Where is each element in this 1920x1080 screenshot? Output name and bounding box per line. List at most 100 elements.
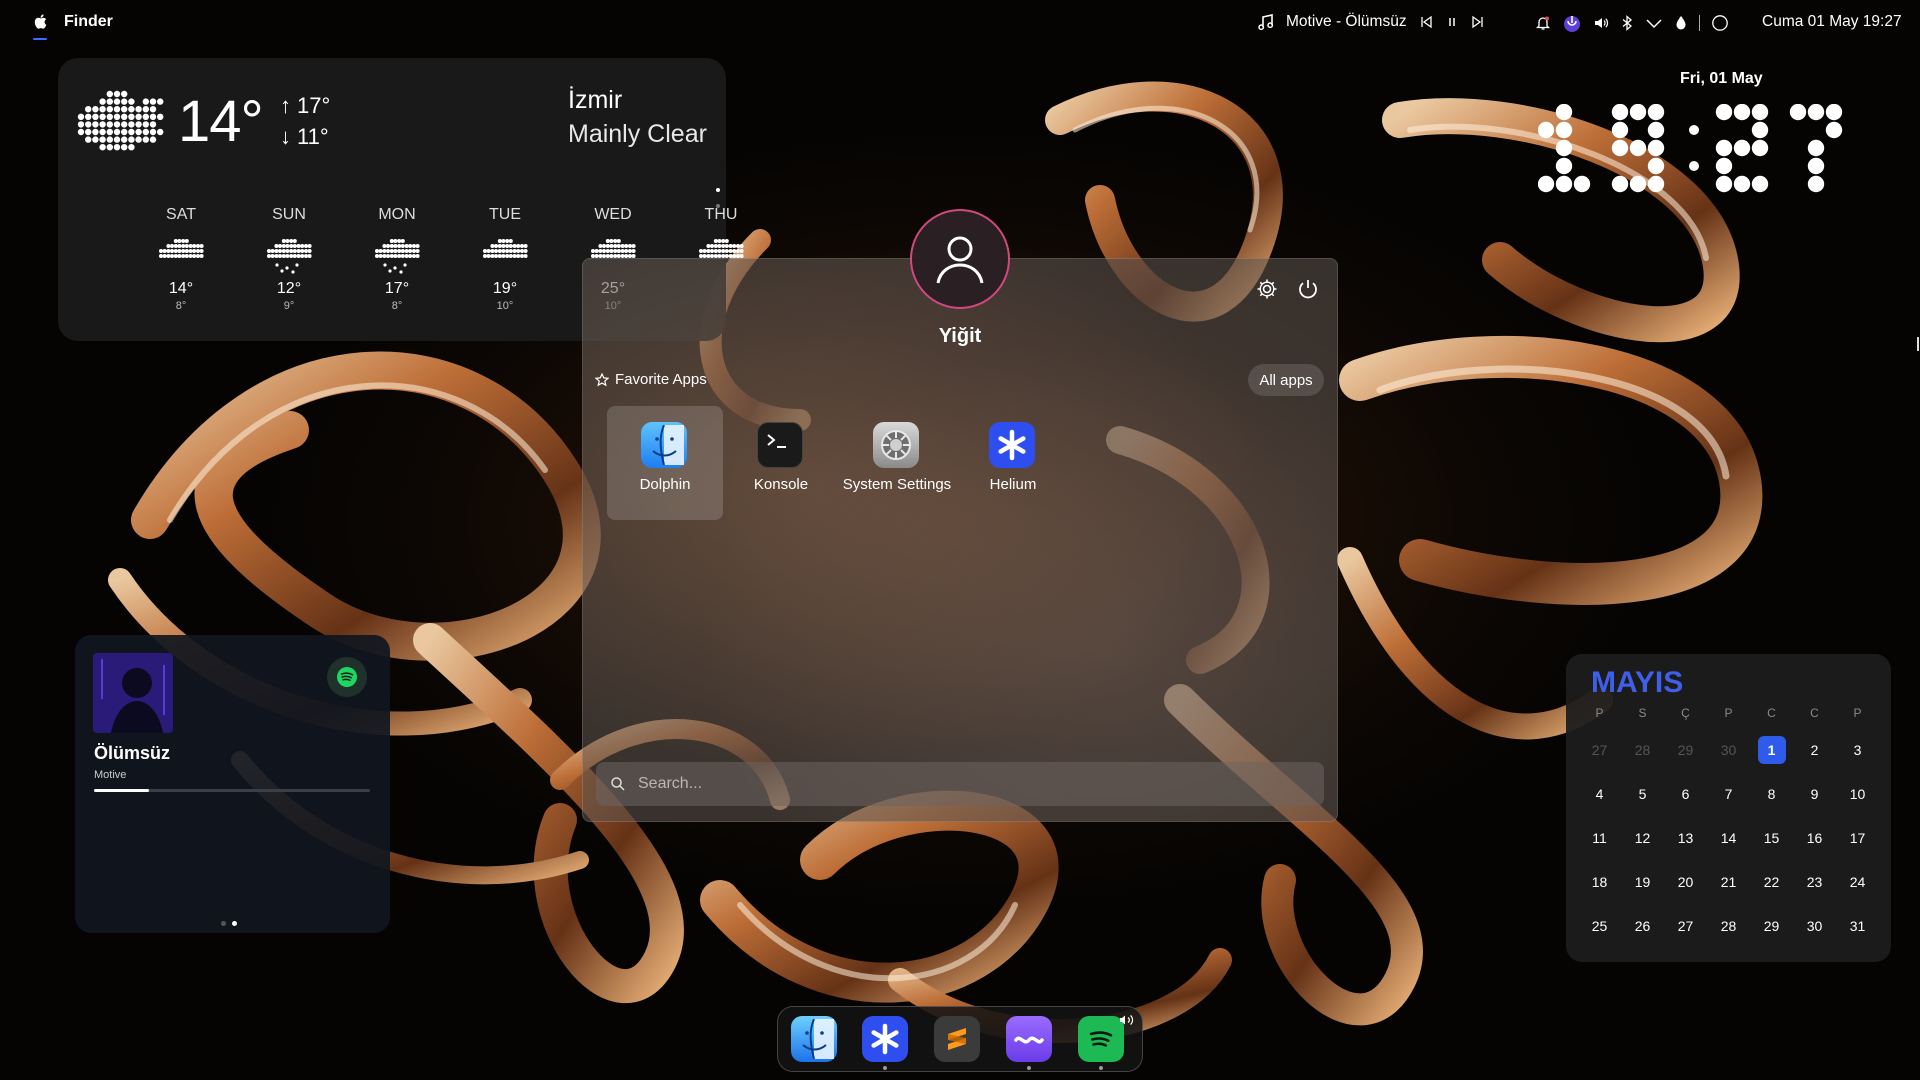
- running-indicator: [1027, 1066, 1031, 1070]
- user-avatar[interactable]: [910, 209, 1010, 309]
- song-artist: Motive: [94, 769, 127, 781]
- system-tray: [1535, 13, 1729, 33]
- calendar-weekday: C: [1767, 706, 1776, 720]
- media-controls: Motive - Ölümsüz: [1258, 13, 1485, 31]
- calendar-widget[interactable]: MAYIS P S Ç P C C P 27 28 29 30 1 2 3 4 5 6 7 8 9 10 11 12 13 14…: [1566, 654, 1891, 962]
- dot-matrix-clock: [1538, 104, 1843, 193]
- calendar-day[interactable]: 30: [1793, 918, 1836, 934]
- forecast-high: 17°: [384, 280, 410, 297]
- calendar-day[interactable]: 18: [1578, 874, 1621, 890]
- calendar-day[interactable]: 8: [1750, 786, 1793, 802]
- favorite-apps-label: Favorite Apps: [615, 371, 707, 388]
- bell-icon[interactable]: [1535, 15, 1551, 31]
- app-label: Helium: [989, 476, 1037, 493]
- current-temperature: 14°: [178, 89, 264, 154]
- calendar-day[interactable]: 3: [1836, 742, 1879, 758]
- app-tile-helium[interactable]: Helium: [955, 406, 1071, 520]
- wave-app-icon[interactable]: [1006, 1016, 1052, 1062]
- arrow-down-icon: ↓: [280, 124, 291, 149]
- all-apps-button[interactable]: All apps: [1248, 364, 1324, 396]
- helium-icon[interactable]: [862, 1016, 908, 1062]
- calendar-day[interactable]: 17: [1836, 830, 1879, 846]
- calendar-day[interactable]: 24: [1836, 874, 1879, 890]
- calendar-day-outside-month[interactable]: 30: [1707, 742, 1750, 758]
- app-tile-system-settings[interactable]: System Settings: [839, 406, 955, 520]
- calendar-day[interactable]: 26: [1621, 918, 1664, 934]
- top-menu-bar: Finder Motive - Ölümsüz Cuma 01 May 19:2…: [0, 0, 1920, 46]
- calendar-day[interactable]: 23: [1793, 874, 1836, 890]
- forecast-day: SUN 12° 9°: [235, 206, 343, 312]
- forecast-day-name: SAT: [166, 206, 196, 223]
- calendar-weekday: P: [1853, 706, 1862, 720]
- volume-icon[interactable]: [1593, 15, 1609, 31]
- forecast-high: 19°: [492, 280, 518, 297]
- calendar-day[interactable]: 10: [1836, 786, 1879, 802]
- album-cover[interactable]: [93, 653, 173, 733]
- song-progress-bar[interactable]: [94, 789, 370, 792]
- finder-icon[interactable]: [791, 1016, 837, 1062]
- calendar-day[interactable]: 29: [1750, 918, 1793, 934]
- calendar-day[interactable]: 25: [1578, 918, 1621, 934]
- power-icon[interactable]: [1297, 278, 1319, 305]
- calendar-day[interactable]: 15: [1750, 830, 1793, 846]
- calendar-day[interactable]: 2: [1793, 742, 1836, 758]
- previous-track-icon[interactable]: [1419, 15, 1433, 29]
- sublime-text-icon[interactable]: [934, 1016, 980, 1062]
- calendar-day[interactable]: 5: [1621, 786, 1664, 802]
- terminal-icon: [757, 422, 803, 468]
- calendar-day[interactable]: 9: [1793, 786, 1836, 802]
- calendar-day[interactable]: 22: [1750, 874, 1793, 890]
- app-tile-dolphin[interactable]: Dolphin: [607, 406, 723, 520]
- page-dot[interactable]: [221, 921, 226, 926]
- calendar-day[interactable]: 13: [1664, 830, 1707, 846]
- forecast-day: TUE 19° 10°: [451, 206, 559, 312]
- calendar-day[interactable]: 6: [1664, 786, 1707, 802]
- calendar-day[interactable]: 31: [1836, 918, 1879, 934]
- settings-gear-icon[interactable]: [1256, 278, 1278, 305]
- calendar-day[interactable]: 16: [1793, 830, 1836, 846]
- active-app-name[interactable]: Finder: [64, 13, 113, 31]
- calendar-day[interactable]: 11: [1578, 830, 1621, 846]
- pause-icon[interactable]: [1445, 15, 1459, 29]
- calendar-day[interactable]: 27: [1664, 918, 1707, 934]
- calendar-day-outside-month[interactable]: 29: [1664, 742, 1707, 758]
- high-low-temps: ↑ 17° ↓ 11°: [280, 90, 330, 152]
- apple-logo-icon[interactable]: [34, 14, 47, 29]
- calendar-day[interactable]: 20: [1664, 874, 1707, 890]
- page-dot-active[interactable]: [232, 921, 237, 926]
- calendar-day[interactable]: 14: [1707, 830, 1750, 846]
- bluetooth-icon[interactable]: [1620, 15, 1634, 31]
- chevron-down-icon[interactable]: [1645, 16, 1663, 30]
- app-label: Dolphin: [639, 476, 691, 493]
- next-track-icon[interactable]: [1471, 15, 1485, 29]
- calendar-day-outside-month[interactable]: 28: [1621, 742, 1664, 758]
- spotify-icon[interactable]: [327, 657, 367, 697]
- calendar-day[interactable]: 21: [1707, 874, 1750, 890]
- calendar-day[interactable]: 4: [1578, 786, 1621, 802]
- page-indicator: [221, 921, 237, 926]
- menubar-clock[interactable]: Cuma 01 May 19:27: [1762, 13, 1902, 31]
- calendar-weekday: P: [1595, 706, 1604, 720]
- calendar-day[interactable]: 7: [1707, 786, 1750, 802]
- calendar-day[interactable]: 28: [1707, 918, 1750, 934]
- user-icon: [936, 236, 984, 284]
- song-title: Ölümsüz: [94, 743, 171, 763]
- calendar-day[interactable]: 19: [1621, 874, 1664, 890]
- cloud-rain-icon: [127, 232, 235, 278]
- kde-connect-icon[interactable]: [1562, 13, 1582, 33]
- user-name: Yiğit: [938, 325, 982, 347]
- circle-icon[interactable]: [1711, 14, 1729, 32]
- forecast-high: 14°: [168, 280, 194, 297]
- music-widget[interactable]: Ölümsüz Motive: [75, 635, 390, 933]
- calendar-day[interactable]: 12: [1621, 830, 1664, 846]
- launcher-search[interactable]: [596, 762, 1324, 806]
- tray-divider: [1699, 15, 1700, 31]
- now-playing-text[interactable]: Motive - Ölümsüz: [1286, 13, 1407, 31]
- app-tile-konsole[interactable]: Konsole: [723, 406, 839, 520]
- screen-edge-mark: [1917, 337, 1919, 351]
- calendar-day-today[interactable]: 1: [1750, 736, 1793, 764]
- night-light-icon[interactable]: [1674, 15, 1688, 31]
- forecast-high: 12°: [276, 280, 302, 297]
- search-input[interactable]: [638, 775, 1298, 793]
- calendar-day-outside-month[interactable]: 27: [1578, 742, 1621, 758]
